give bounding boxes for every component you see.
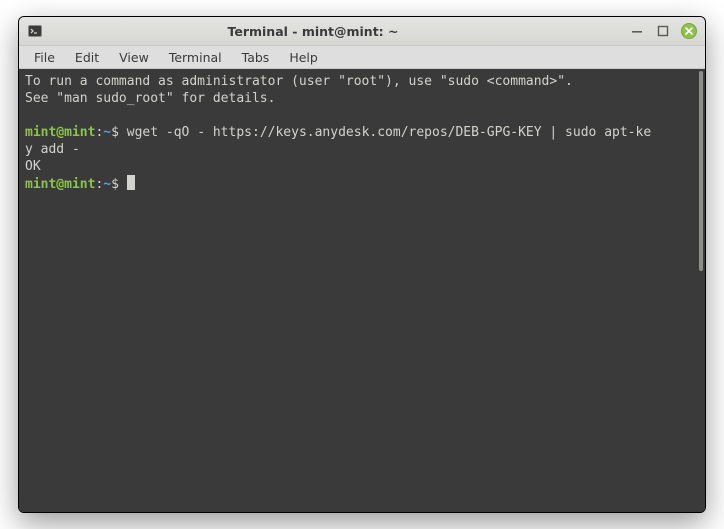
prompt-dollar: $ [111,177,119,192]
terminal-content[interactable]: To run a command as administrator (user … [19,69,697,512]
prompt-dollar: $ [111,125,119,140]
prompt-line: mint@mint:~$ [25,175,695,193]
blank-line [25,107,695,124]
cursor [127,175,135,190]
minimize-button[interactable] [629,23,645,39]
menu-edit[interactable]: Edit [66,47,108,68]
menu-view[interactable]: View [110,47,158,68]
close-button[interactable] [681,23,697,39]
scrollbar-thumb[interactable] [699,71,703,271]
window-controls [629,23,697,39]
prompt-user: mint@mint [25,177,95,192]
titlebar[interactable]: Terminal - mint@mint: ~ [19,17,705,45]
menu-file[interactable]: File [25,47,64,68]
window-title: Terminal - mint@mint: ~ [49,24,577,39]
prompt-user: mint@mint [25,125,95,140]
motd-line: See "man sudo_root" for details. [25,90,695,107]
menu-help[interactable]: Help [280,47,327,68]
command-line: mint@mint:~$ wget -qO - https://keys.any… [25,124,695,141]
maximize-button[interactable] [655,23,671,39]
motd-line: To run a command as administrator (user … [25,73,695,90]
output-line: OK [25,158,695,175]
terminal-window: Terminal - mint@mint: ~ File Edit View T… [18,16,706,513]
menu-terminal[interactable]: Terminal [160,47,231,68]
menu-tabs[interactable]: Tabs [233,47,279,68]
prompt-path: ~ [103,125,111,140]
terminal-icon [27,23,43,39]
prompt-path: ~ [103,177,111,192]
scrollbar[interactable] [697,69,705,512]
terminal-viewport: To run a command as administrator (user … [19,69,705,512]
menubar: File Edit View Terminal Tabs Help [19,45,705,69]
command-wrap: y add - [25,141,695,158]
command-text: wget -qO - https://keys.anydesk.com/repo… [127,125,651,140]
